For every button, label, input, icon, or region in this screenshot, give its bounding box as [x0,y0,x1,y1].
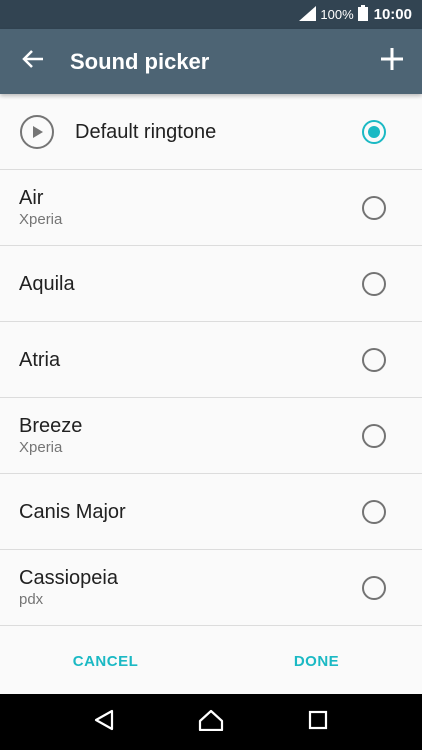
sound-list: Default ringtone Air Xperia Aquila Atria… [0,94,422,626]
radio-button[interactable] [362,575,386,600]
nav-back-button[interactable] [84,702,124,742]
list-item[interactable]: Cassiopeia pdx [0,550,422,626]
battery-percent: 100% [320,7,354,22]
play-icon[interactable] [20,114,54,149]
status-bar: 100% 10:00 [0,0,422,29]
battery-icon [357,5,368,24]
list-item-sublabel: Xperia [19,438,63,456]
square-recents-icon [308,710,328,735]
cancel-button[interactable]: CANCEL [0,628,211,694]
back-button[interactable] [0,29,66,94]
list-item[interactable]: Canis Major [0,474,422,550]
clock: 10:00 [373,6,412,23]
page-title: Sound picker [70,48,210,74]
nav-home-button[interactable] [191,702,231,742]
signal-icon [299,5,317,24]
list-item[interactable]: Breeze Xperia [0,398,422,474]
nav-recents-button[interactable] [298,702,338,742]
radio-button[interactable] [362,499,386,524]
list-item[interactable]: Aquila [0,246,422,322]
list-item-default-ringtone[interactable]: Default ringtone [0,94,422,170]
radio-button[interactable] [362,423,386,448]
dialog-actions: CANCEL DONE [0,628,422,694]
plus-icon [380,47,404,76]
arrow-left-icon [22,49,44,74]
list-item[interactable]: Atria [0,322,422,398]
home-icon [198,709,224,736]
app-bar: Sound picker [0,29,422,94]
list-item-sublabel: pdx [19,590,44,608]
done-button[interactable]: DONE [211,628,422,694]
radio-button[interactable] [362,271,386,296]
add-sound-button[interactable] [362,29,422,94]
triangle-back-icon [94,709,114,736]
radio-button[interactable] [362,195,386,220]
radio-button[interactable] [362,347,386,372]
list-item[interactable]: Air Xperia [0,170,422,246]
navigation-bar [0,694,422,750]
list-item-sublabel: Xperia [19,210,63,228]
radio-button-selected[interactable] [362,119,386,144]
